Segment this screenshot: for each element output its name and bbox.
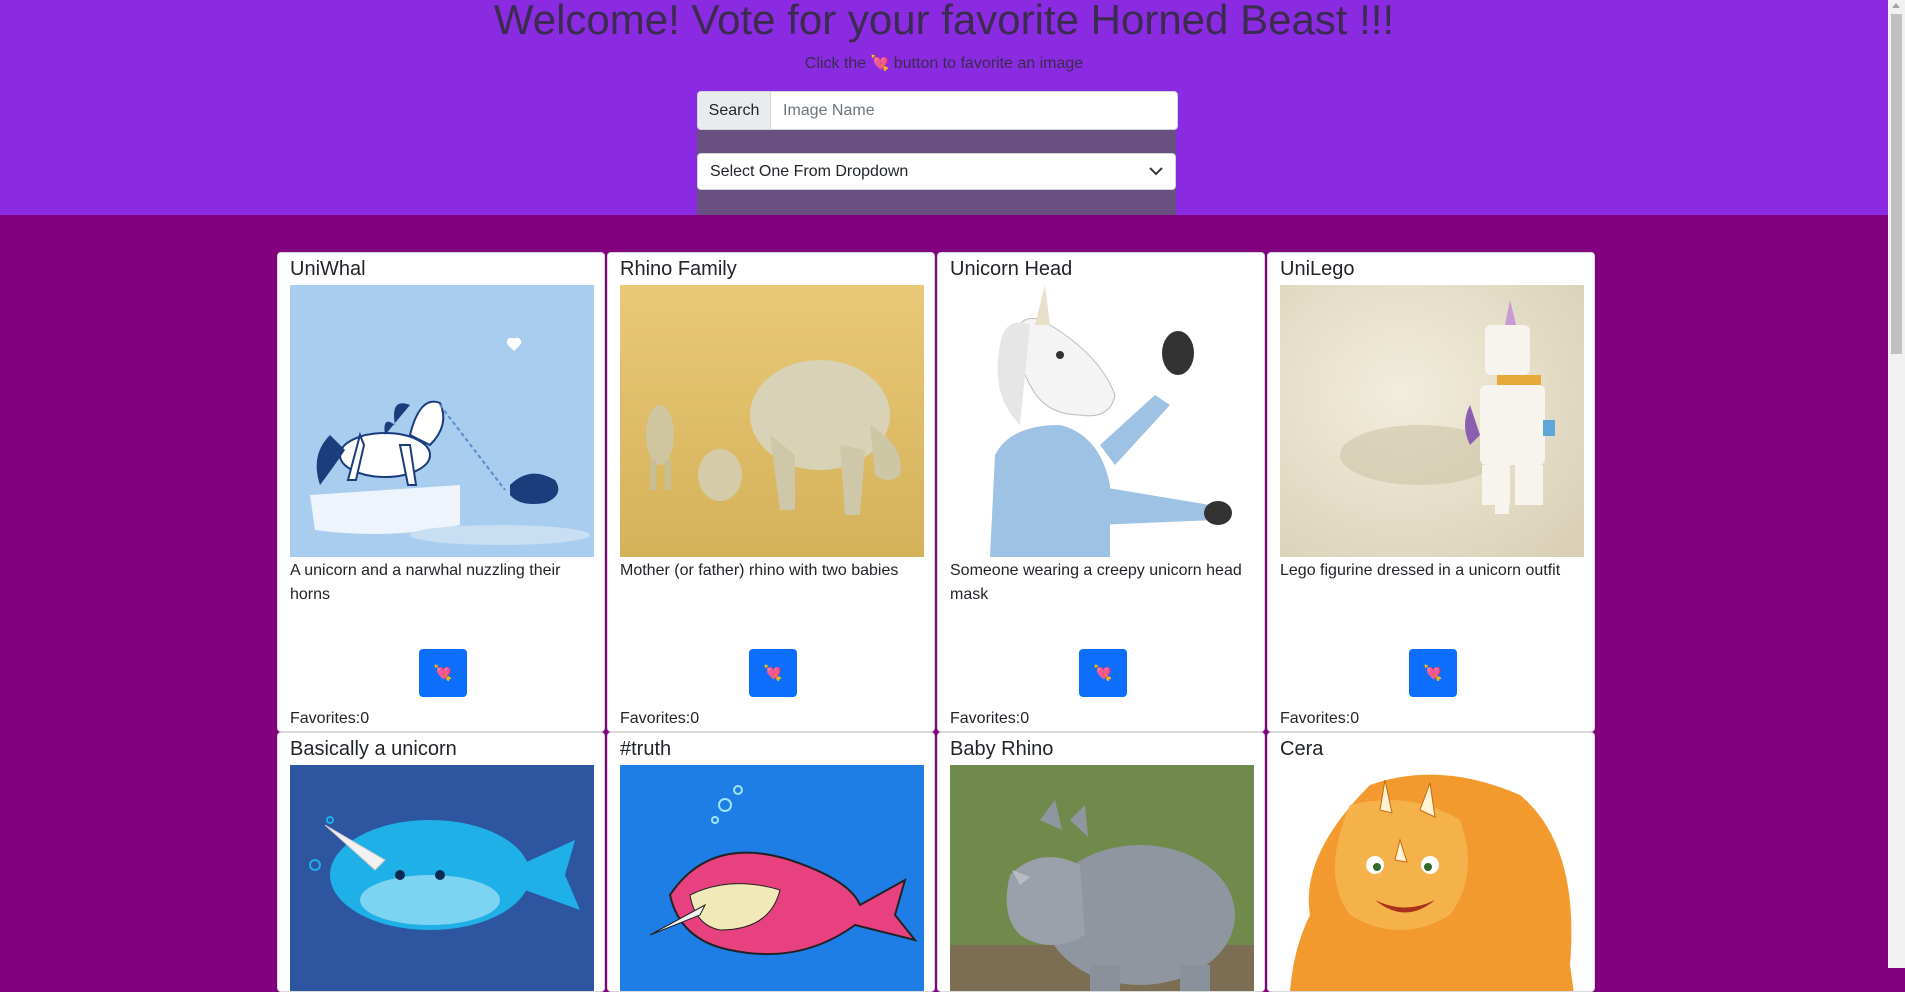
card-description: Someone wearing a creepy unicorn head ma… bbox=[950, 562, 1242, 603]
favorite-button[interactable]: 💘 bbox=[1409, 649, 1457, 697]
beast-card: Cera bbox=[1267, 732, 1595, 992]
beast-card: UniWhal A unicorn and a narwhal nuzzling… bbox=[277, 252, 605, 732]
favorite-button[interactable]: 💘 bbox=[419, 649, 467, 697]
card-title: Basically a unicorn bbox=[290, 738, 457, 760]
search-label: Search bbox=[698, 92, 771, 129]
beast-card: Basically a unicorn bbox=[277, 732, 605, 992]
favorites-count: Favorites:0 bbox=[620, 710, 700, 727]
filter-dropdown[interactable]: Select One From Dropdown bbox=[697, 153, 1176, 190]
beast-image[interactable] bbox=[290, 765, 594, 991]
page-title: Welcome! Vote for your favorite Horned B… bbox=[493, 0, 1395, 43]
beast-image[interactable] bbox=[950, 765, 1254, 991]
instruction-pre: Click the bbox=[804, 55, 867, 72]
beast-card: #truth bbox=[607, 732, 935, 992]
dropdown-selected-value: Select One From Dropdown bbox=[710, 162, 909, 180]
card-title: UniWhal bbox=[290, 258, 366, 280]
card-title: Unicorn Head bbox=[950, 258, 1073, 280]
favorites-count: Favorites:0 bbox=[950, 710, 1030, 727]
card-description: Mother (or father) rhino with two babies bbox=[620, 562, 899, 579]
beast-image[interactable] bbox=[950, 285, 1254, 557]
favorite-button[interactable]: 💘 bbox=[1079, 649, 1127, 697]
beast-image[interactable] bbox=[1280, 285, 1584, 557]
scrollbar-thumb[interactable] bbox=[1891, 14, 1902, 354]
card-title: Cera bbox=[1280, 738, 1324, 760]
beast-image[interactable] bbox=[290, 285, 594, 557]
card-title: Rhino Family bbox=[620, 258, 737, 280]
beast-card: Unicorn Head Someone wearing a creepy un… bbox=[937, 252, 1265, 732]
beast-image[interactable] bbox=[620, 285, 924, 557]
beast-card: Baby Rhino bbox=[937, 732, 1265, 992]
beast-image[interactable] bbox=[1280, 765, 1584, 991]
instruction-post: button to favorite an image bbox=[893, 55, 1084, 72]
card-title: UniLego bbox=[1280, 258, 1355, 280]
favorites-count: Favorites:0 bbox=[290, 710, 370, 727]
beast-card: Rhino Family Mother (or father) rhino wi… bbox=[607, 252, 935, 732]
beast-card: UniLego Lego figurine dressed in a unico… bbox=[1267, 252, 1595, 732]
scroll-up-arrow-icon[interactable] bbox=[1892, 3, 1900, 8]
page-scrollbar[interactable] bbox=[1888, 0, 1905, 968]
favorite-button[interactable]: 💘 bbox=[749, 649, 797, 697]
search-input[interactable] bbox=[771, 92, 1177, 129]
card-title: #truth bbox=[620, 738, 672, 760]
instruction-text: Click the 💘 button to favorite an image bbox=[0, 54, 1888, 74]
heart-icon: 💘 bbox=[870, 55, 890, 72]
search-group: Search bbox=[697, 91, 1178, 130]
beast-image[interactable] bbox=[620, 765, 924, 991]
favorites-count: Favorites:0 bbox=[1280, 710, 1360, 727]
card-description: A unicorn and a narwhal nuzzling their h… bbox=[290, 562, 561, 603]
card-description: Lego figurine dressed in a unicorn outfi… bbox=[1280, 562, 1561, 579]
card-title: Baby Rhino bbox=[950, 738, 1054, 760]
chevron-down-icon bbox=[1149, 164, 1163, 179]
